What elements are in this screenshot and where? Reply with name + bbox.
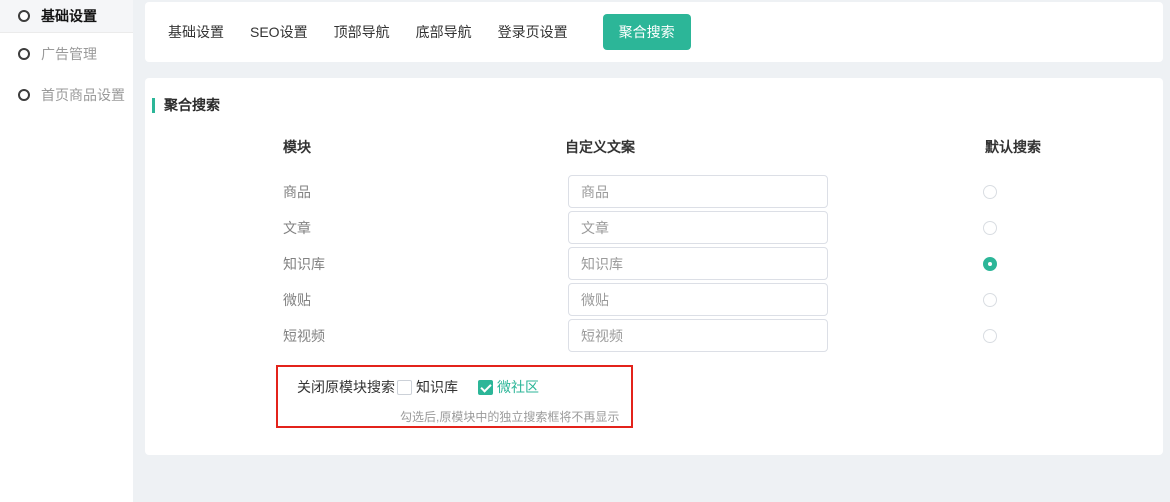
radio-circle-icon [18,89,30,101]
settings-page: 基础设置 广告管理 首页商品设置 基础设置 SEO设置 顶部导航 底部导航 登录… [0,0,1170,502]
default-search-radio[interactable] [983,293,997,307]
sidebar-item-label: 广告管理 [41,44,97,64]
tab-bar: 基础设置 SEO设置 顶部导航 底部导航 登录页设置 聚合搜索 [145,2,1163,62]
section-accent-bar [152,98,155,113]
sidebar-item-label: 首页商品设置 [41,85,125,105]
tab-basic-settings[interactable]: 基础设置 [168,22,224,42]
tab-seo-settings[interactable]: SEO设置 [250,22,308,42]
module-label: 知识库 [283,254,325,274]
column-header-module: 模块 [283,137,311,157]
aggregate-search-panel: 聚合搜索 模块 自定义文案 默认搜索 商品 文章 知识库 微贴 短视频 [145,78,1163,455]
radio-circle-icon [18,10,30,22]
table-row: 微贴 [145,283,1163,316]
checkbox-label: 微社区 [497,377,539,397]
checkbox-hint-text: 勾选后,原模块中的独立搜索框将不再显示 [400,408,619,425]
custom-text-input[interactable] [568,175,828,208]
custom-text-input[interactable] [568,247,828,280]
tab-login-page-settings[interactable]: 登录页设置 [498,22,568,42]
default-search-radio[interactable] [983,257,997,271]
custom-text-input[interactable] [568,319,828,352]
column-header-custom-text: 自定义文案 [565,137,635,157]
tab-top-navigation[interactable]: 顶部导航 [334,22,390,42]
checkbox-micro-community[interactable]: 微社区 [478,377,539,397]
table-row: 文章 [145,211,1163,244]
radio-circle-icon [18,48,30,60]
table-row: 知识库 [145,247,1163,280]
custom-text-input[interactable] [568,211,828,244]
table-row: 商品 [145,175,1163,208]
table-row: 短视频 [145,319,1163,352]
checkbox-knowledge-base[interactable]: 知识库 [397,377,458,397]
checkbox-label: 知识库 [416,377,458,397]
close-module-search-label: 关闭原模块搜索 [297,377,395,397]
sidebar-item-basic-settings[interactable]: 基础设置 [0,0,133,33]
section-header: 聚合搜索 [152,95,220,115]
tab-bottom-navigation[interactable]: 底部导航 [416,22,472,42]
custom-text-input[interactable] [568,283,828,316]
module-label: 文章 [283,218,311,238]
default-search-radio[interactable] [983,221,997,235]
section-title: 聚合搜索 [164,95,220,115]
default-search-radio[interactable] [983,329,997,343]
sidebar-item-ad-management[interactable]: 广告管理 [0,33,133,74]
module-label: 微贴 [283,290,311,310]
sidebar-item-home-product-settings[interactable]: 首页商品设置 [0,74,133,115]
column-header-default-search: 默认搜索 [985,137,1041,157]
module-label: 短视频 [283,326,325,346]
module-label: 商品 [283,182,311,202]
checkbox-icon [397,380,412,395]
sidebar-item-label: 基础设置 [41,6,97,26]
checkbox-icon [478,380,493,395]
default-search-radio[interactable] [983,185,997,199]
sidebar: 基础设置 广告管理 首页商品设置 [0,0,133,502]
tab-aggregate-search[interactable]: 聚合搜索 [603,14,691,50]
